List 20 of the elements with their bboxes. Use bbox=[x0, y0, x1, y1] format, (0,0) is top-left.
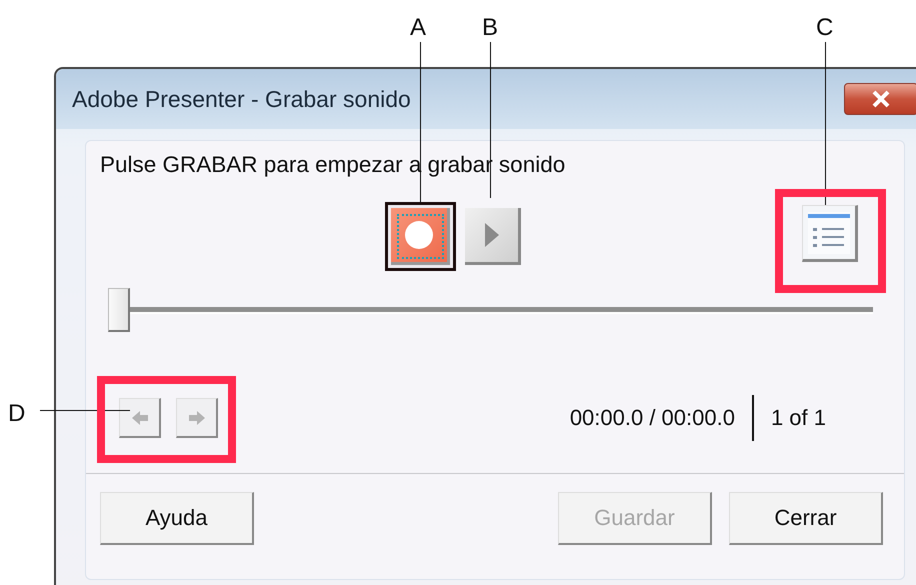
left-arrow-icon bbox=[132, 410, 148, 424]
right-arrow-icon bbox=[188, 410, 204, 424]
window-title: Adobe Presenter - Grabar sonido bbox=[72, 86, 411, 112]
close-button[interactable] bbox=[844, 83, 916, 115]
callout-label: B bbox=[482, 14, 498, 42]
slider[interactable] bbox=[108, 288, 873, 334]
callout-label: A bbox=[410, 14, 426, 42]
time-readout: 00:00.0 / 00:00.0 bbox=[570, 405, 735, 431]
play-icon bbox=[484, 223, 498, 247]
list-view-button[interactable] bbox=[802, 205, 858, 262]
callout-label: D bbox=[8, 400, 26, 428]
record-icon bbox=[404, 220, 434, 250]
callout-label: C bbox=[816, 14, 834, 42]
close-dialog-button[interactable]: Cerrar bbox=[729, 492, 883, 545]
record-button[interactable] bbox=[385, 202, 456, 271]
help-button[interactable]: Ayuda bbox=[100, 492, 254, 545]
slider-thumb[interactable] bbox=[108, 288, 130, 332]
play-button[interactable] bbox=[465, 208, 521, 265]
page-counter: 1 of 1 bbox=[770, 405, 826, 431]
list-icon bbox=[808, 212, 850, 254]
